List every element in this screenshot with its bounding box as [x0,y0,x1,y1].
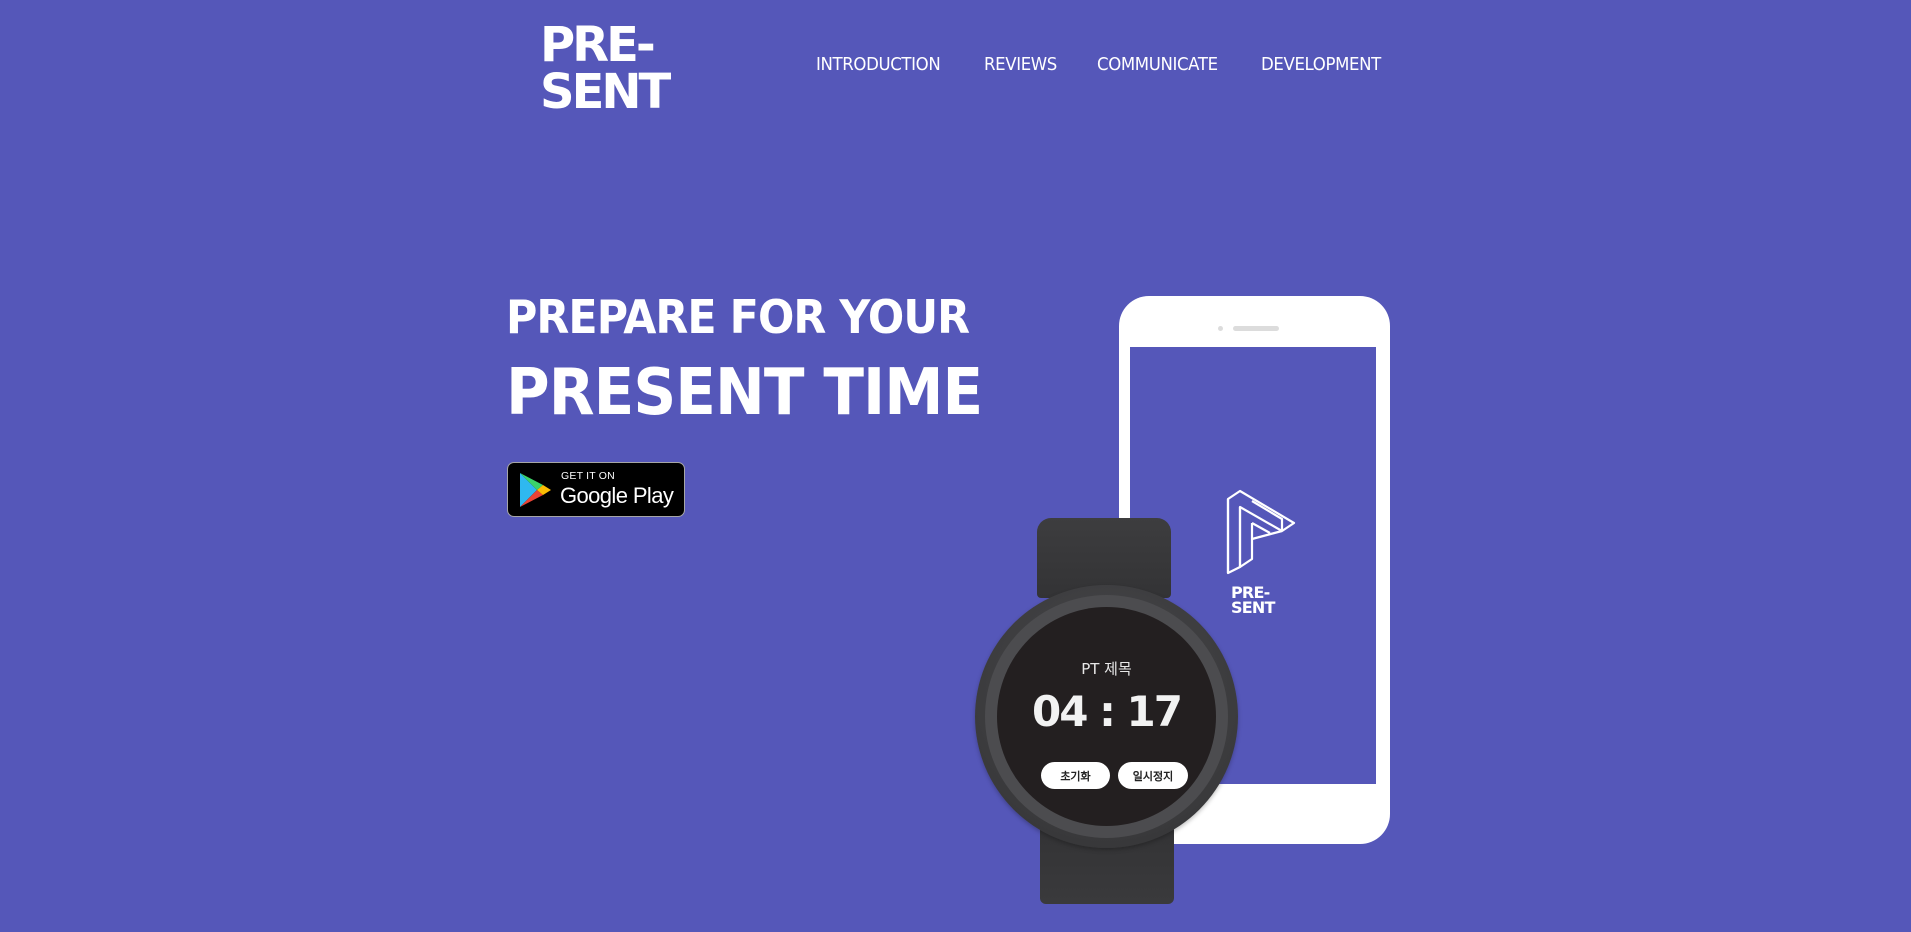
watch-title: PT 제목 [1081,660,1132,678]
hero-heading: PRESENT TIME [506,356,983,430]
smartwatch-mockup: PT 제목 04 : 17 초기화 일시정지 [975,585,1238,848]
landing-page: PRE- SENT INTRODUCTION REVIEWS COMMUNICA… [0,0,1911,932]
watch-reset-button[interactable]: 초기화 [1041,762,1110,789]
watch-button-group: 초기화 일시정지 [1041,762,1188,789]
badge-big-text: Google Play [560,483,674,508]
site-logo[interactable]: PRE- SENT [540,17,680,120]
nav-introduction[interactable]: INTRODUCTION [816,54,941,75]
watch-bezel: PT 제목 04 : 17 초기화 일시정지 [985,595,1228,838]
google-play-badge-button[interactable]: GET IT ON Google Play [507,462,685,517]
watch-pause-button[interactable]: 일시정지 [1118,762,1188,789]
hero-subheading: PREPARE FOR YOUR [506,290,970,344]
app-logo-line-2: SENT [1231,598,1275,617]
app-logo-text: PRE- SENT [1231,585,1275,617]
nav-communicate[interactable]: COMMUNICATE [1097,54,1218,75]
nav-reviews[interactable]: REVIEWS [984,54,1057,75]
watch-face: PT 제목 04 : 17 초기화 일시정지 [997,607,1216,826]
phone-camera [1218,326,1223,331]
logo-line-1: PRE- [540,17,656,73]
google-play-icon [520,473,551,507]
present-logo-icon [1226,489,1296,575]
phone-speaker [1233,326,1279,331]
watch-timer: 04 : 17 [1032,687,1183,736]
badge-small-text: GET IT ON [561,470,615,482]
logo-line-2: SENT [540,64,671,120]
nav-development[interactable]: DEVELOPMENT [1261,54,1381,75]
